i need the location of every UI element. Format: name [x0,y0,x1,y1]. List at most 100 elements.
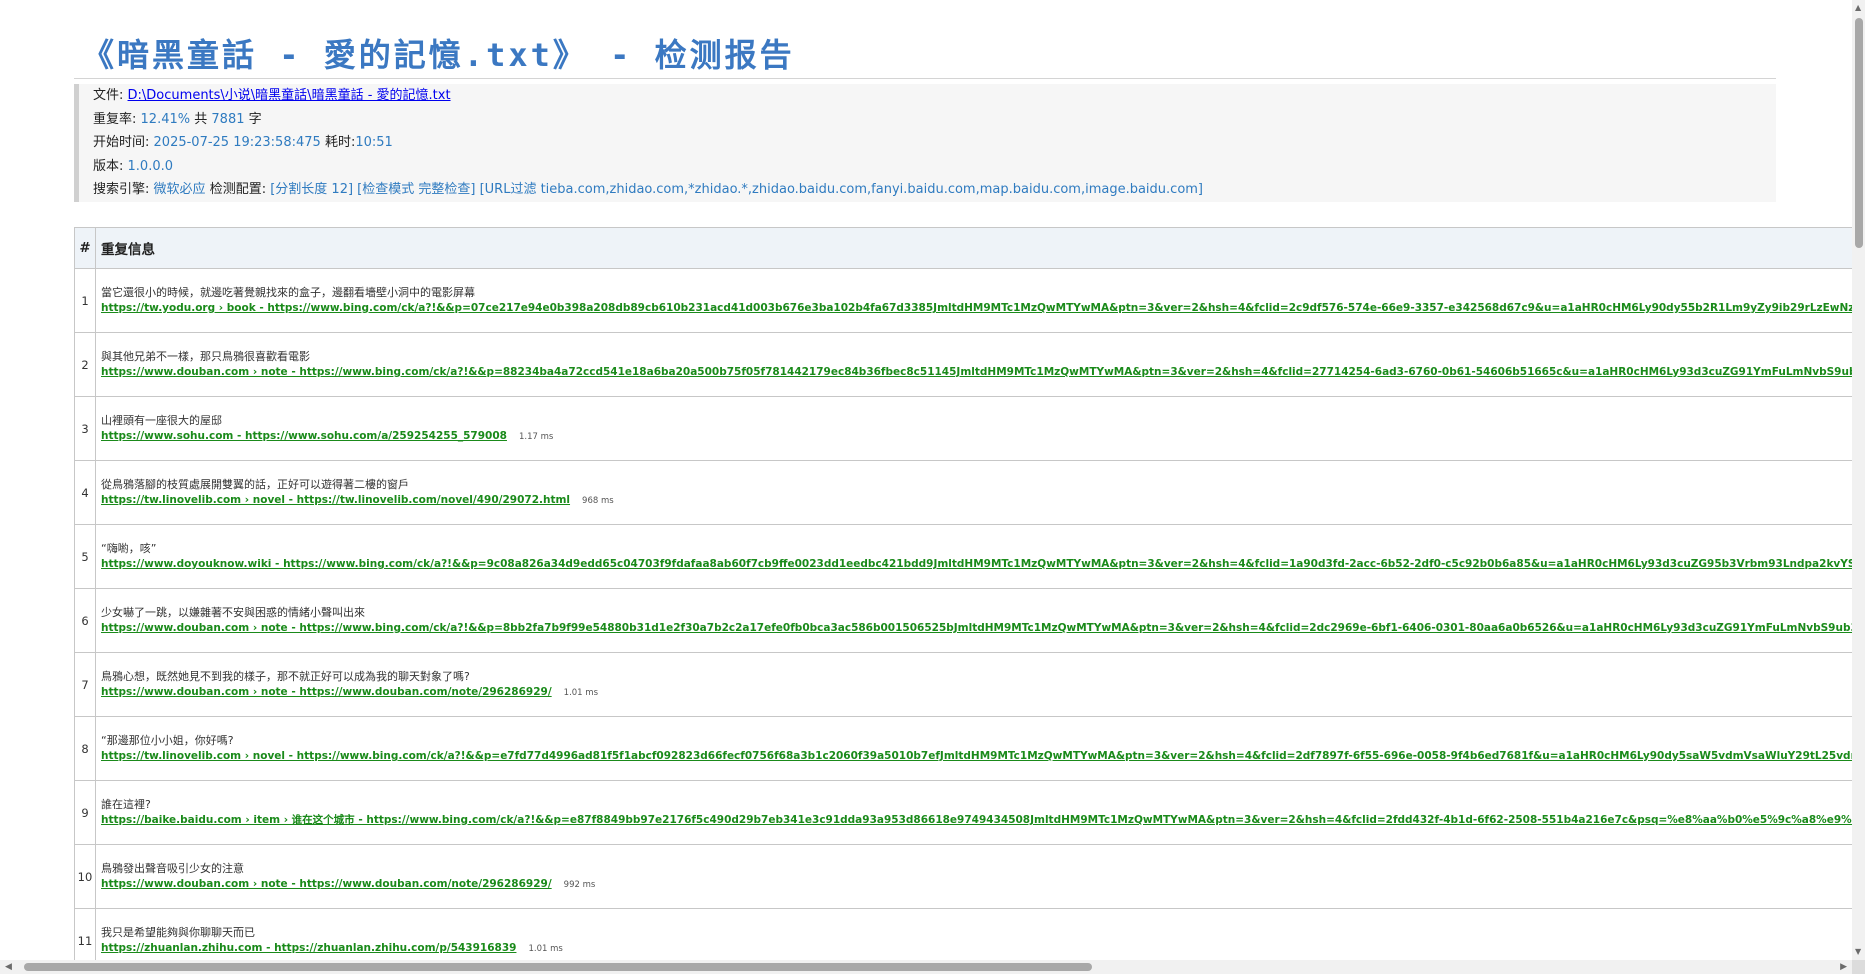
response-time: 992 ms [563,880,596,890]
engine-value: 微软必应 [153,182,206,197]
matched-snippet: 鳥鴉心想，既然她見不到我的樣子，那不就正好可以成為我的聊天對象了嗎? [101,670,470,683]
version-line: 版本: 1.0.0.0 [93,155,1776,179]
scroll-up-icon[interactable]: ▲ [1855,4,1861,12]
matched-snippet: 當它還很小的時候，就邊吃著覺親找來的盒子，邊翻看墻壁小洞中的電影屏幕 [101,286,475,299]
col-number-header: # [75,228,96,268]
row-info: “那邊那位小小姐，你好嗎? https://tw.linovelib.com › … [96,717,1852,780]
row-number: 3 [75,397,96,460]
table-row: 7 鳥鴉心想，既然她見不到我的樣子，那不就正好可以成為我的聊天對象了嗎? https… [74,653,1852,717]
row-info: 誰在這裡? https://baike.baidu.com › item › 谁在… [96,781,1852,844]
row-info: 鳥鴉心想，既然她見不到我的樣子，那不就正好可以成為我的聊天對象了嗎? https:… [96,653,1852,716]
total-prefix: 共 [194,111,208,127]
horizontal-scroll-thumb[interactable] [24,963,1092,971]
source-link[interactable]: https://www.douban.com › note - https://… [101,366,1852,378]
row-number: 4 [75,461,96,524]
table-row: 6 少女嚇了一跳，以嫌雜著不安與困惑的情緒小聲叫出來 https://www.dou… [74,589,1852,653]
source-line: https://www.douban.com › note - https://… [101,619,1852,636]
source-line: https://tw.linovelib.com › novel - https… [101,747,1852,764]
elapsed-label: 耗时: [324,135,356,150]
engine-line: 搜索引擎: 微软必应 检测配置: [分割长度 12] [检查模式 完整检查] [… [93,178,1776,202]
row-number: 10 [75,845,96,908]
start-time: 2025-07-25 19:23:58:475 [153,135,321,150]
row-info: 當它還很小的時候，就邊吃著覺親找來的盒子，邊翻看墻壁小洞中的電影屏幕 https:… [96,269,1852,332]
source-line: https://tw.linovelib.com › novel - https… [101,491,614,508]
source-line: https://baike.baidu.com › item › 谁在这个城市 … [101,811,1852,828]
response-time: 1.17 ms [518,432,554,442]
table-row: 11 我只是希望能夠與你聊聊天而已 https://zhuanlan.zhihu.c… [74,909,1852,960]
response-time: 1.01 ms [528,944,563,954]
table-row: 4 從鳥鴉落腳的枝質處展開雙翼的話，正好可以遊得著二樓的窗戶 https://tw.… [74,461,1852,525]
matched-snippet: 山裡頭有一座很大的屋邸 [101,414,222,427]
table-body: 1 當它還很小的時候，就邊吃著覺親找來的盒子，邊翻看墻壁小洞中的電影屏幕 https… [74,269,1852,960]
source-line: https://www.douban.com › note - https://… [101,875,595,892]
row-number: 2 [75,333,96,396]
params-value: [分割长度 12] [检查模式 完整检查] [URL过滤 tieba.com,z… [270,182,1204,197]
table-row: 9 誰在這裡? https://baike.baidu.com › item › 谁… [74,781,1852,845]
table-row: 1 當它還很小的時候，就邊吃著覺親找來的盒子，邊翻看墻壁小洞中的電影屏幕 https… [74,269,1852,333]
row-info: 我只是希望能夠與你聊聊天而已 https://zhuanlan.zhihu.com… [96,909,1852,960]
source-link[interactable]: https://www.doyouknow.wiki - https://www… [101,558,1852,570]
row-number: 9 [75,781,96,844]
source-link[interactable]: https://www.douban.com › note - https://… [101,622,1852,634]
version-value: 1.0.0.0 [127,158,174,174]
table-header: # 重复信息 [74,228,1852,269]
source-link[interactable]: https://www.douban.com › note - https://… [101,878,552,890]
title-divider [74,78,1776,79]
matched-snippet: 從鳥鴉落腳的枝質處展開雙翼的話，正好可以遊得著二樓的窗戶 [101,478,409,491]
response-time: 968 ms [582,496,614,506]
version-label: 版本: [93,158,124,174]
source-link[interactable]: https://tw.linovelib.com › novel - https… [101,750,1852,762]
row-info: 鳥鴉發出聲音吸引少女的注意 https://www.douban.com › no… [96,845,1852,908]
row-info: 從鳥鴉落腳的枝質處展開雙翼的話，正好可以遊得著二樓的窗戶 https://tw.l… [96,461,1852,524]
table-row: 10 鳥鴉發出聲音吸引少女的注意 https://www.douban.com › … [74,845,1852,909]
source-link[interactable]: https://tw.yodu.org › book - https://www… [101,302,1852,314]
source-line: https://www.douban.com › note - https://… [101,683,598,700]
matched-snippet: 我只是希望能夠與你聊聊天而已 [101,926,255,939]
source-line: https://www.sohu.com - https://www.sohu.… [101,427,553,444]
source-link[interactable]: https://baike.baidu.com › item › 谁在这个城市 … [101,814,1852,826]
source-link[interactable]: https://zhuanlan.zhihu.com - https://zhu… [101,942,516,954]
col-info-header: 重复信息 [101,242,155,258]
total-suffix: 字 [248,111,262,127]
duplicates-table: # 重复信息 1 當它還很小的時候，就邊吃著覺親找來的盒子，邊翻看墻壁小洞中的電影… [74,227,1852,960]
total-chars: 7881 [211,111,245,127]
source-line: https://zhuanlan.zhihu.com - https://zhu… [101,939,563,956]
dup-label: 重复率: [93,111,137,127]
vertical-scrollbar[interactable]: ▲ ▼ [1852,0,1865,960]
scroll-down-icon[interactable]: ▼ [1855,948,1861,956]
row-number: 6 [75,589,96,652]
response-time: 1.01 ms [563,688,598,698]
page-title: 《暗黑童話 - 愛的記憶.txt》 - 检测报告 [82,36,795,74]
source-line: https://tw.yodu.org › book - https://www… [101,299,1852,316]
matched-snippet: 與其他兄弟不一樣，那只鳥鴉很喜歡看電影 [101,350,310,363]
table-row: 8 “那邊那位小小姐，你好嗎? https://tw.linovelib.com ›… [74,717,1852,781]
scroll-right-icon[interactable]: ▶ [1840,962,1847,972]
report-viewport: 《暗黑童話 - 愛的記憶.txt》 - 检测报告 文件: D:\Document… [0,0,1852,960]
scroll-left-icon[interactable]: ◀ [5,962,12,972]
scrollbar-corner [1852,960,1865,974]
file-path-link[interactable]: D:\Documents\小说\暗黑童話\暗黑童話 - 愛的記憶.txt [128,88,451,103]
start-label: 开始时间: [93,135,150,150]
table-row: 5 “嗨喲，咳” https://www.doyouknow.wiki - http… [74,525,1852,589]
row-info: 與其他兄弟不一樣，那只鳥鴉很喜歡看電影 https://www.douban.co… [96,333,1852,396]
matched-snippet: 鳥鴉發出聲音吸引少女的注意 [101,862,244,875]
table-row: 2 與其他兄弟不一樣，那只鳥鴉很喜歡看電影 https://www.douban.c… [74,333,1852,397]
row-number: 8 [75,717,96,780]
source-link[interactable]: https://www.douban.com › note - https://… [101,686,552,698]
row-info: 少女嚇了一跳，以嫌雜著不安與困惑的情緒小聲叫出來 https://www.doub… [96,589,1852,652]
dup-rate: 12.41% [140,111,191,127]
time-line: 开始时间: 2025-07-25 19:23:58:475 耗时:10:51 [93,131,1776,155]
source-link[interactable]: https://tw.linovelib.com › novel - https… [101,494,570,506]
source-link[interactable]: https://www.sohu.com - https://www.sohu.… [101,430,507,442]
matched-snippet: 誰在這裡? [101,798,151,811]
vertical-scroll-thumb[interactable] [1855,18,1863,248]
dup-line: 重复率: 12.41% 共 7881 字 [93,108,1776,132]
file-line: 文件: D:\Documents\小说\暗黑童話\暗黑童話 - 愛的記憶.txt [93,84,1776,108]
row-info: 山裡頭有一座很大的屋邸 https://www.sohu.com - https:… [96,397,1852,460]
table-row: 3 山裡頭有一座很大的屋邸 https://www.sohu.com - https… [74,397,1852,461]
file-label: 文件: [93,88,124,103]
row-number: 7 [75,653,96,716]
row-number: 1 [75,269,96,332]
horizontal-scrollbar[interactable]: ◀ ▶ [0,960,1852,974]
report-summary: 文件: D:\Documents\小说\暗黑童話\暗黑童話 - 愛的記憶.txt… [74,84,1776,202]
